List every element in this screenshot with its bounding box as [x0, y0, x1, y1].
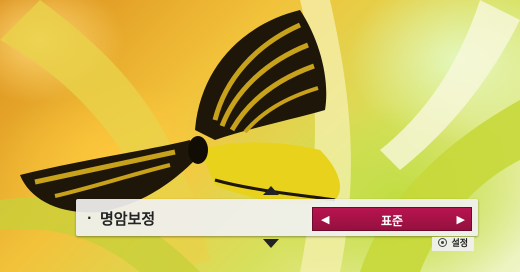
value-selector[interactable]: ◀ 표준 ▶ — [312, 207, 472, 231]
selected-value: 표준 — [380, 214, 404, 228]
setting-label: 명암보정 — [100, 210, 156, 228]
down-arrow-icon[interactable] — [263, 239, 279, 248]
right-arrow-icon[interactable]: ▶ — [457, 213, 465, 226]
tv-screen: · 명암보정 ◀ 표준 ▶ 설정 — [0, 0, 520, 272]
item-bullet: · — [87, 211, 92, 225]
osd-panel: · 명암보정 ◀ 표준 ▶ 설정 — [76, 186, 478, 251]
setting-row: · 명암보정 ◀ 표준 ▶ — [76, 199, 478, 236]
ok-button-icon — [438, 238, 448, 247]
ok-hint: 설정 — [432, 237, 474, 251]
hint-label: 설정 — [451, 239, 468, 249]
up-arrow-icon[interactable] — [263, 186, 279, 195]
